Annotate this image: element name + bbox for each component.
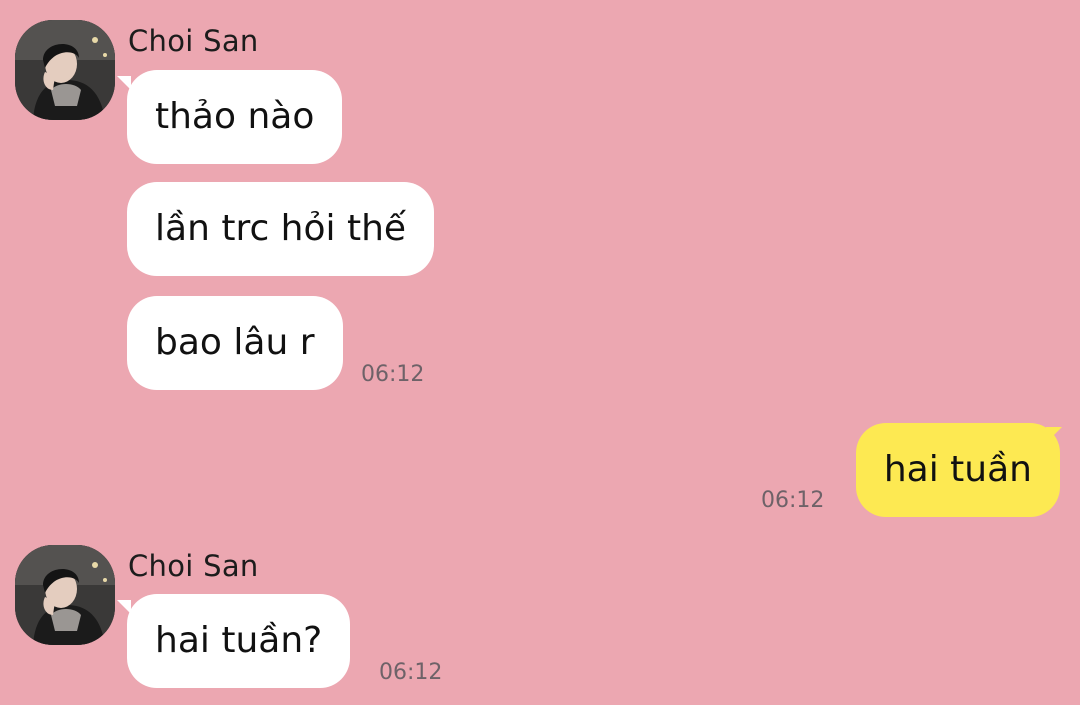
avatar[interactable] bbox=[15, 545, 115, 645]
message-bubble-incoming[interactable]: hai tuần? bbox=[127, 594, 351, 688]
message-bubble-incoming[interactable]: bao lâu r bbox=[127, 296, 343, 390]
bubble-tail bbox=[1046, 427, 1062, 443]
bubble-tail bbox=[117, 76, 131, 90]
sender-name: Choi San bbox=[128, 549, 259, 583]
message-timestamp: 06:12 bbox=[761, 488, 825, 513]
message-bubble-incoming[interactable]: lần trc hỏi thế bbox=[127, 182, 435, 276]
message-bubble-incoming[interactable]: thảo nào bbox=[127, 70, 343, 164]
avatar[interactable] bbox=[15, 20, 115, 120]
sender-name: Choi San bbox=[128, 24, 259, 58]
message-bubble-outgoing[interactable]: hai tuần bbox=[855, 423, 1060, 517]
profile-photo-icon bbox=[15, 545, 115, 645]
message-timestamp: 06:12 bbox=[379, 660, 443, 685]
profile-photo-icon bbox=[15, 20, 115, 120]
message-timestamp: 06:12 bbox=[361, 362, 425, 387]
bubble-tail bbox=[117, 600, 131, 614]
